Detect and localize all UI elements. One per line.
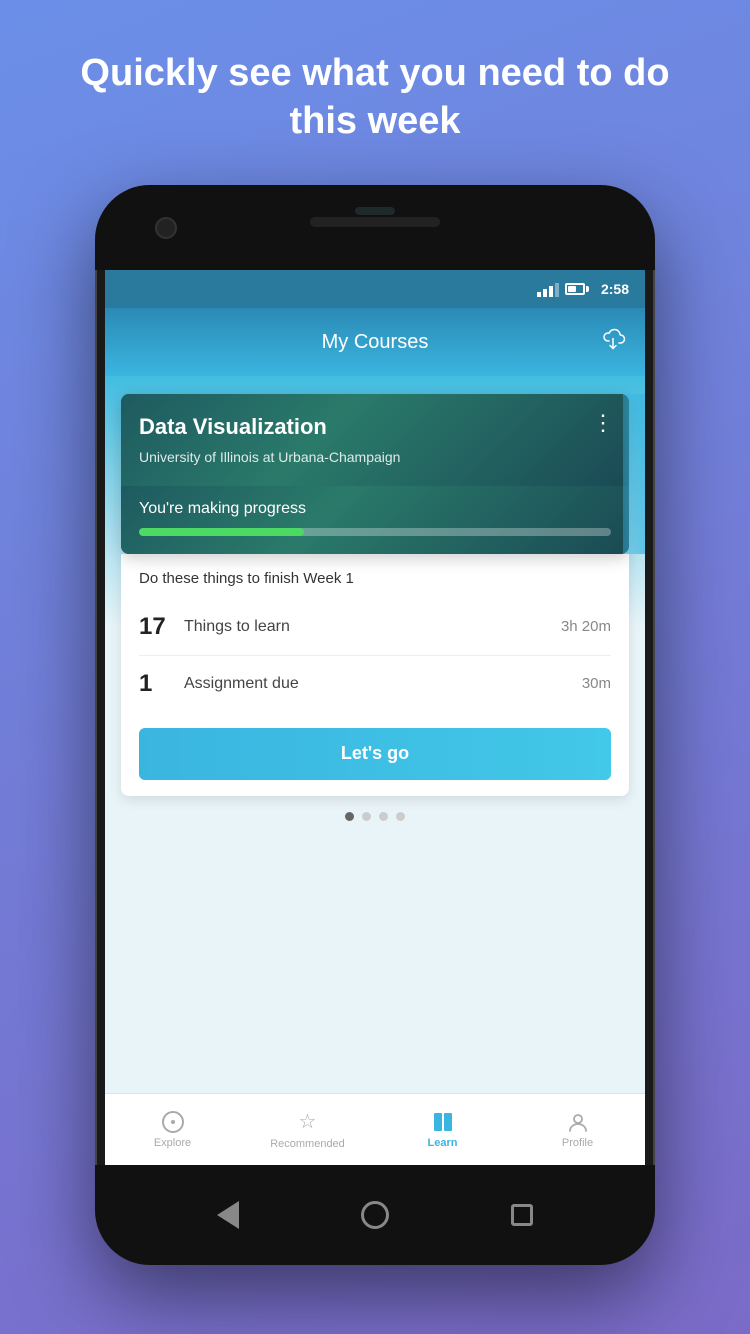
dot-3 bbox=[379, 812, 388, 821]
task-duration: 30m bbox=[582, 675, 611, 692]
status-icons: 2:58 bbox=[537, 281, 629, 297]
card-menu-button[interactable]: ⋮ bbox=[592, 410, 615, 436]
android-back-button[interactable] bbox=[212, 1199, 244, 1231]
task-name: Things to learn bbox=[184, 618, 561, 636]
task-name: Assignment due bbox=[184, 675, 582, 693]
dot-2 bbox=[362, 812, 371, 821]
side-card-peek bbox=[623, 394, 645, 554]
week-title: Do these things to finish Week 1 bbox=[139, 570, 611, 587]
battery-icon bbox=[565, 283, 589, 295]
task-number: 1 bbox=[139, 670, 184, 698]
card-header: ⋮ Data Visualization University of Illin… bbox=[121, 394, 629, 486]
download-icon[interactable] bbox=[599, 325, 627, 360]
phone-sensor bbox=[355, 207, 395, 215]
signal-icon bbox=[537, 281, 559, 297]
task-row[interactable]: 1 Assignment due 30m bbox=[139, 656, 611, 712]
progress-bar-fill bbox=[139, 528, 304, 536]
phone-camera bbox=[155, 217, 177, 239]
nav-label-recommended: Recommended bbox=[270, 1138, 345, 1150]
course-subtitle: University of Illinois at Urbana-Champai… bbox=[139, 448, 611, 468]
lets-go-button[interactable]: Let's go bbox=[139, 728, 611, 780]
task-row[interactable]: 17 Things to learn 3h 20m bbox=[139, 599, 611, 656]
explore-icon bbox=[162, 1111, 184, 1133]
progress-label: You're making progress bbox=[139, 500, 611, 518]
course-card[interactable]: ⋮ Data Visualization University of Illin… bbox=[121, 394, 629, 554]
learn-icon bbox=[432, 1111, 454, 1133]
hero-title: Quickly see what you need to do this wee… bbox=[0, 0, 750, 175]
android-home-button[interactable] bbox=[359, 1199, 391, 1231]
phone-bottom-bezel bbox=[95, 1165, 655, 1265]
task-number: 17 bbox=[139, 613, 184, 641]
nav-item-profile[interactable]: Profile bbox=[510, 1105, 645, 1155]
week-section: Do these things to finish Week 1 17 Thin… bbox=[121, 554, 629, 796]
phone-top-bezel bbox=[95, 185, 655, 270]
nav-item-explore[interactable]: Explore bbox=[105, 1105, 240, 1155]
status-time: 2:58 bbox=[601, 281, 629, 297]
recommended-icon: ☆ bbox=[299, 1109, 317, 1134]
course-title: Data Visualization bbox=[139, 414, 611, 440]
profile-icon bbox=[567, 1111, 589, 1133]
phone-speaker bbox=[310, 217, 440, 227]
progress-bar-background bbox=[139, 528, 611, 536]
bottom-nav: Explore ☆ Recommended Learn bbox=[105, 1093, 645, 1165]
nav-item-recommended[interactable]: ☆ Recommended bbox=[240, 1103, 375, 1156]
task-duration: 3h 20m bbox=[561, 618, 611, 635]
dot-4 bbox=[396, 812, 405, 821]
card-progress-section: You're making progress bbox=[121, 486, 629, 554]
app-header-title: My Courses bbox=[322, 331, 429, 354]
android-recents-button[interactable] bbox=[506, 1199, 538, 1231]
phone-screen: 2:58 My Courses ⋮ Data bbox=[105, 270, 645, 1165]
nav-item-learn[interactable]: Learn bbox=[375, 1105, 510, 1155]
nav-label-profile: Profile bbox=[562, 1137, 593, 1149]
app-header: My Courses bbox=[105, 308, 645, 376]
phone-frame: 2:58 My Courses ⋮ Data bbox=[95, 185, 655, 1265]
nav-label-learn: Learn bbox=[428, 1137, 458, 1149]
status-bar: 2:58 bbox=[105, 270, 645, 308]
main-content: ⋮ Data Visualization University of Illin… bbox=[105, 376, 645, 1093]
dot-1 bbox=[345, 812, 354, 821]
carousel-dots bbox=[105, 812, 645, 821]
nav-label-explore: Explore bbox=[154, 1137, 191, 1149]
